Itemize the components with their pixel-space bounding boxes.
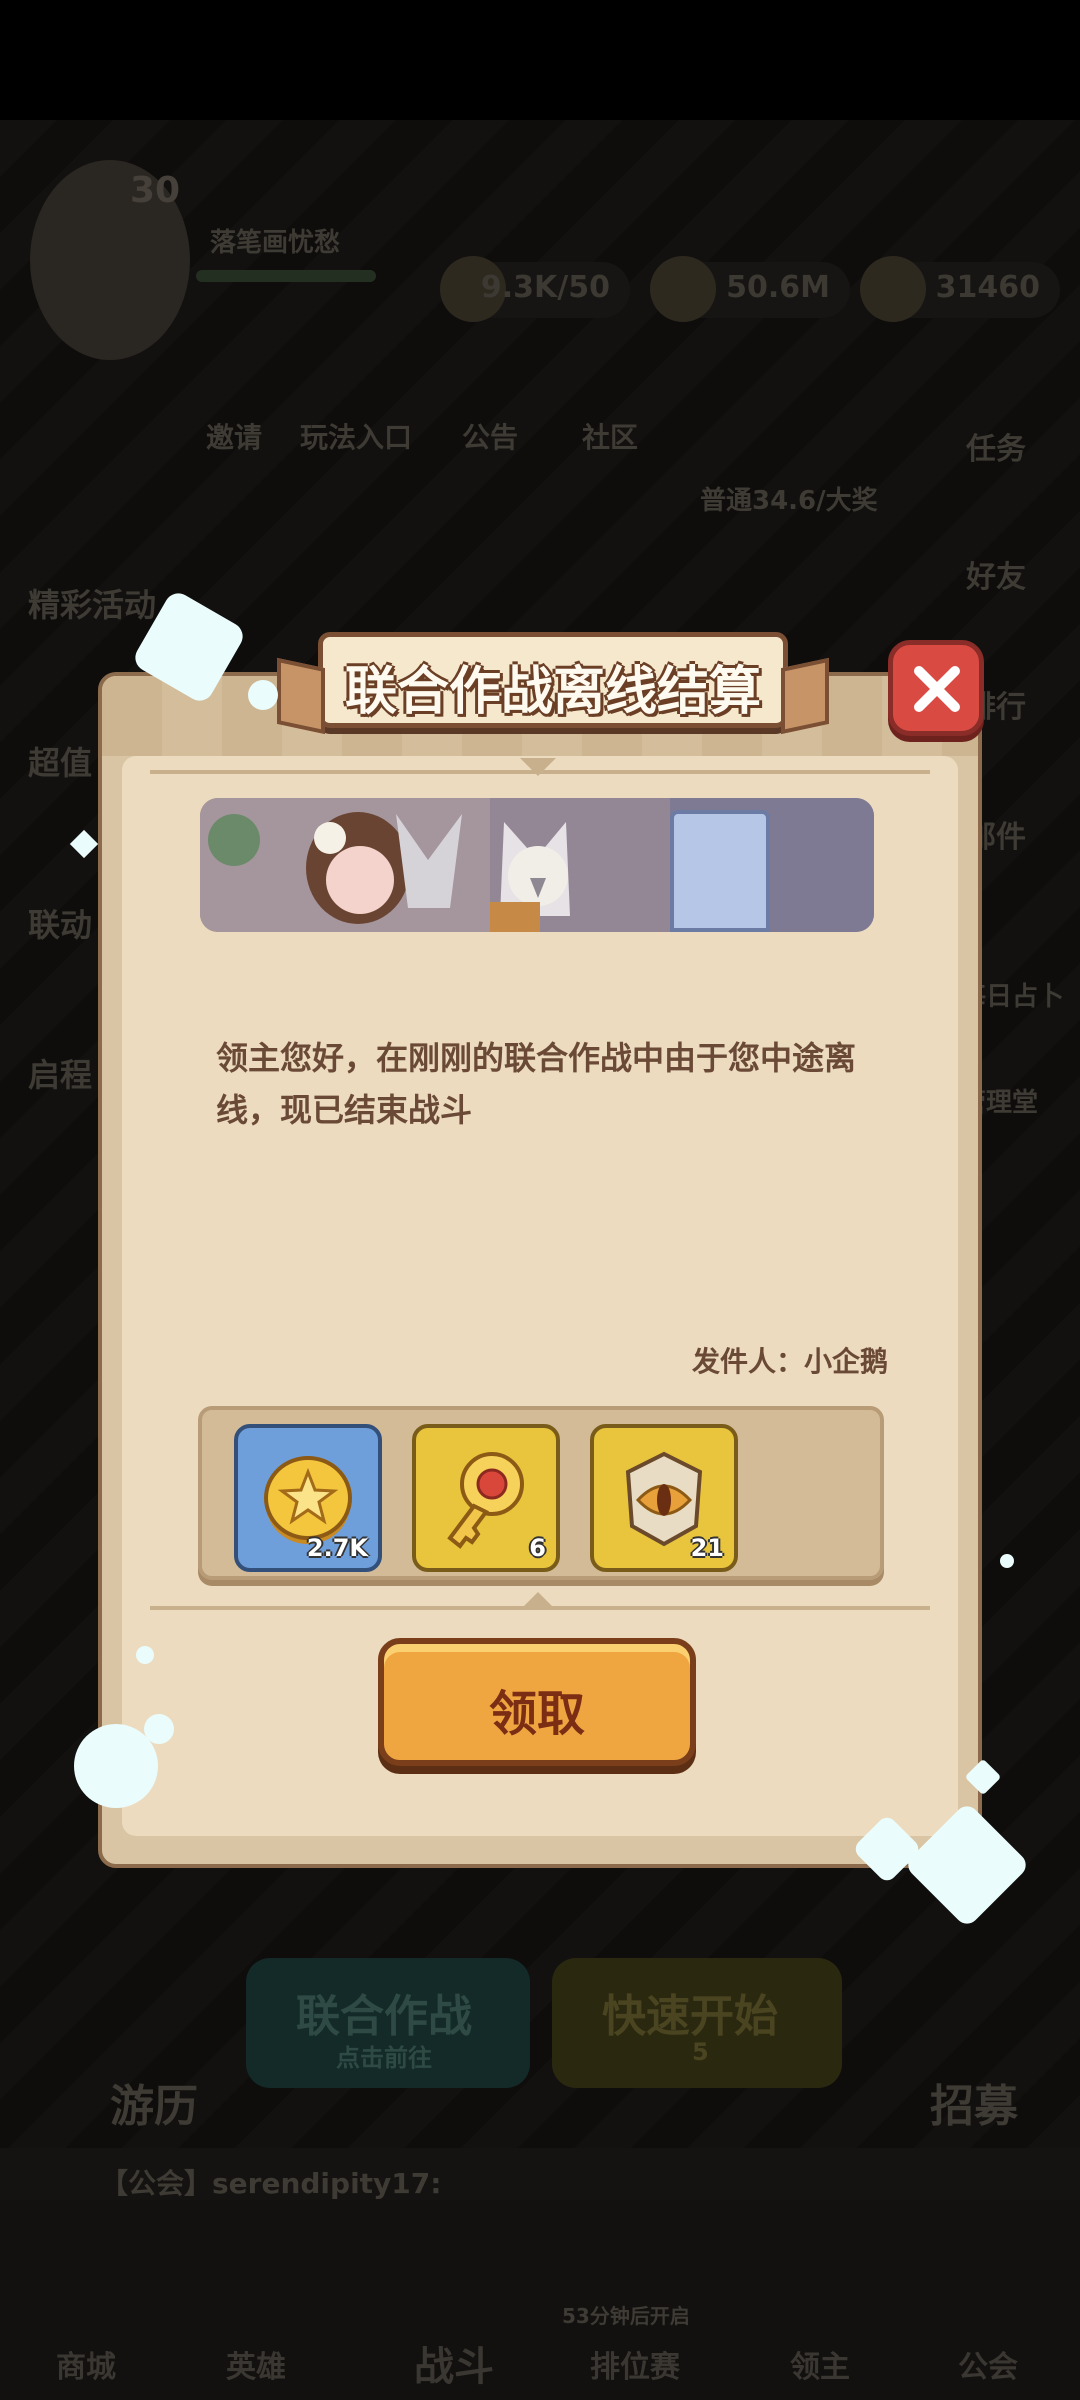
reward-item[interactable]: 2.7K bbox=[234, 1424, 382, 1572]
gold-icon bbox=[650, 256, 716, 322]
resource-gold: 50.6M bbox=[650, 256, 850, 322]
claim-button[interactable]: 领取 bbox=[378, 1638, 696, 1766]
snow-decoration bbox=[1000, 1554, 1014, 1568]
resource-gem: 31460 bbox=[860, 256, 1060, 322]
sender-label: 发件人：小企鹅 bbox=[691, 1345, 888, 1378]
travel-button[interactable]: 游历 bbox=[110, 2070, 198, 2134]
nav-lord[interactable]: 领主 bbox=[790, 2342, 850, 2386]
menu-value[interactable]: 超值 bbox=[28, 738, 92, 784]
reward-quantity: 2.7K bbox=[306, 1534, 368, 1562]
menu-friends[interactable]: 好友 bbox=[966, 552, 1026, 596]
lottery-notice: 普通34.6/大奖 bbox=[700, 486, 878, 516]
reward-quantity: 21 bbox=[690, 1534, 724, 1562]
menu-collab[interactable]: 联动 bbox=[28, 900, 92, 946]
bottom-nav bbox=[0, 2200, 1080, 2400]
characters-illustration bbox=[208, 812, 756, 932]
close-icon bbox=[914, 666, 960, 712]
claim-label: 领取 bbox=[488, 1686, 585, 1742]
snow-decoration bbox=[248, 680, 278, 710]
settlement-message: 领主您好，在刚刚的联合作战中由于您中途离线，现已结束战斗 bbox=[216, 1039, 857, 1129]
window-frame bbox=[670, 810, 770, 932]
menu-invite[interactable]: 邀请 bbox=[206, 416, 262, 456]
reward-item[interactable]: 21 bbox=[590, 1424, 738, 1572]
player-name: 落笔画忧愁 bbox=[210, 228, 341, 258]
reward-quantity: 6 bbox=[529, 1534, 546, 1562]
gem-icon bbox=[860, 256, 926, 322]
divider-top bbox=[150, 758, 930, 776]
quick-start-button[interactable]: 快速开始 5 bbox=[552, 1958, 842, 2088]
nav-ranked[interactable]: 排位赛 bbox=[590, 2342, 680, 2386]
player-xp-bar bbox=[196, 270, 376, 282]
dialog-title-banner: 联合作战离线结算 bbox=[318, 632, 788, 728]
menu-announcement[interactable]: 公告 bbox=[462, 416, 518, 456]
recruit-button[interactable]: 招募 bbox=[930, 2070, 1018, 2134]
story-illustration bbox=[200, 798, 874, 932]
menu-gameplay[interactable]: 玩法入口 bbox=[300, 416, 412, 456]
ranked-timer: 53分钟后开启 bbox=[562, 2304, 690, 2328]
menu-journey[interactable]: 启程 bbox=[28, 1050, 92, 1096]
chat-message: 【公会】serendipity17: bbox=[100, 2167, 442, 2200]
nav-battle[interactable]: 战斗 bbox=[414, 2334, 494, 2392]
resource-stamina: 9.3K/50 bbox=[440, 256, 630, 322]
close-button[interactable] bbox=[888, 640, 984, 736]
reward-item[interactable]: 6 bbox=[412, 1424, 560, 1572]
nav-shop[interactable]: 商城 bbox=[56, 2342, 116, 2386]
coop-battle-button[interactable]: 联合作战 点击前往 bbox=[246, 1958, 530, 2088]
dialog-title: 联合作战离线结算 bbox=[344, 662, 761, 722]
reward-list: 2.7K 6 21 bbox=[198, 1406, 884, 1580]
player-level: 30 bbox=[130, 170, 181, 211]
nav-heroes[interactable]: 英雄 bbox=[226, 2342, 286, 2386]
snow-decoration bbox=[136, 1646, 154, 1664]
golden-key-icon bbox=[447, 1452, 524, 1549]
menu-task[interactable]: 任务 bbox=[966, 424, 1026, 468]
menu-community[interactable]: 社区 bbox=[582, 416, 638, 456]
snow-decoration bbox=[144, 1714, 174, 1744]
status-bar bbox=[0, 0, 1080, 120]
divider-bottom bbox=[150, 1592, 930, 1610]
menu-events[interactable]: 精彩活动 bbox=[28, 580, 156, 626]
nav-guild[interactable]: 公会 bbox=[958, 2342, 1018, 2386]
